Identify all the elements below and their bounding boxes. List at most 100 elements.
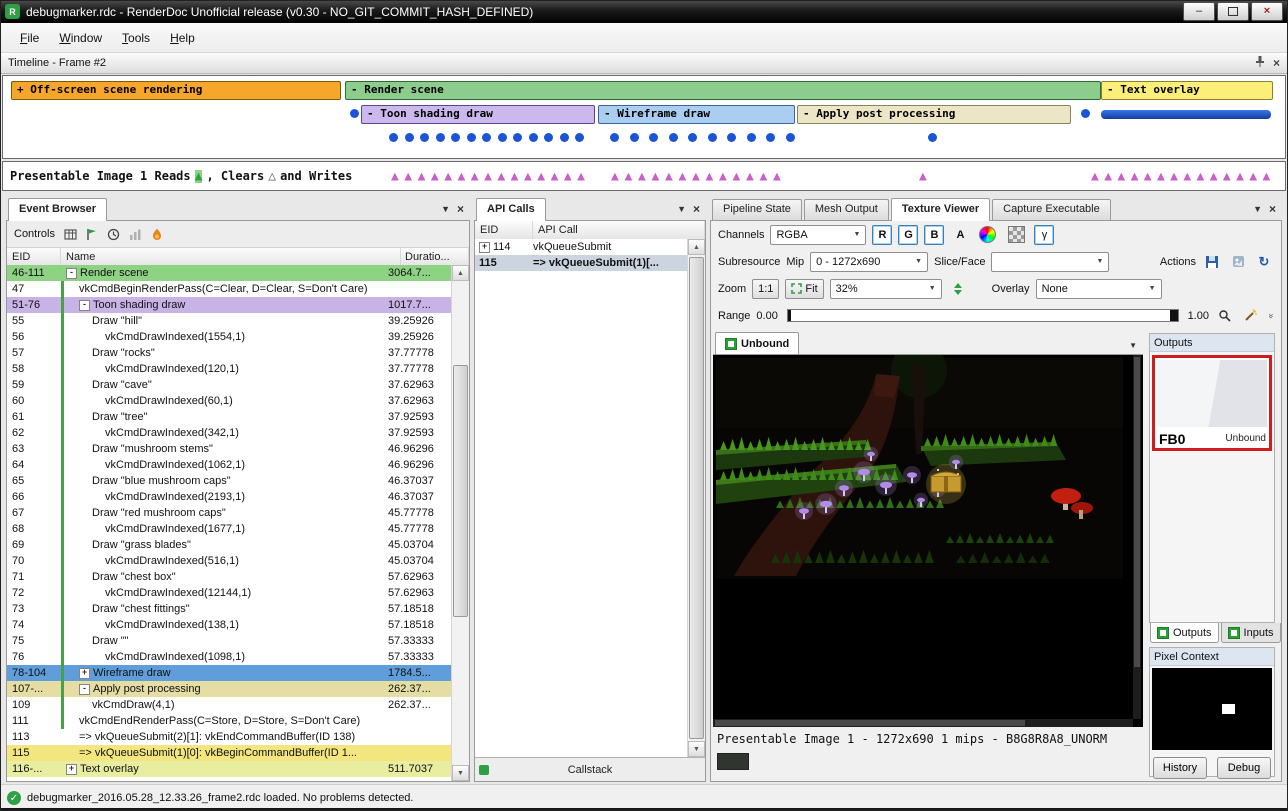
channel-green-button[interactable]: G	[898, 225, 918, 245]
toolbar-overflow-chevron[interactable]: »	[1266, 313, 1276, 318]
draw-event-dot[interactable]	[513, 133, 522, 142]
texture-viewport[interactable]	[713, 355, 1143, 727]
write-marker-triangle[interactable]: ▲	[564, 170, 577, 183]
timeline-track[interactable]: + Off-screen scene rendering- Render sce…	[2, 75, 1286, 159]
channel-alpha-button[interactable]: A	[950, 225, 970, 245]
autofit-button[interactable]	[1241, 306, 1261, 326]
timeline-marker-render-scene[interactable]: - Render scene	[345, 81, 1101, 100]
background-color-swatch[interactable]	[717, 753, 749, 770]
tab-unbound-texture[interactable]: Unbound	[715, 332, 799, 354]
draw-event-dot[interactable]	[420, 133, 429, 142]
chevron-down-icon[interactable]: ▼	[441, 205, 450, 214]
tab-mesh-output[interactable]: Mesh Output	[804, 199, 889, 220]
write-marker-triangle[interactable]: ▲	[692, 170, 706, 183]
clock-icon[interactable]	[107, 228, 120, 241]
event-row[interactable]: 109vkCmdDraw(4,1)262.37...	[7, 697, 452, 713]
write-marker-triangle[interactable]: ▲	[457, 170, 470, 183]
write-marker-triangle[interactable]: ▲	[511, 170, 524, 183]
expander-icon[interactable]: -	[79, 300, 90, 311]
zoom-range-button[interactable]	[1215, 306, 1235, 326]
write-marker-triangle[interactable]: ▲	[391, 170, 404, 183]
draw-event-dot[interactable]	[529, 133, 538, 142]
write-marker-triangle[interactable]: ▲	[1131, 170, 1144, 183]
expander-icon[interactable]: +	[79, 668, 90, 679]
write-marker-triangle[interactable]: ▲	[1170, 170, 1183, 183]
flame-icon[interactable]	[151, 228, 163, 241]
event-row[interactable]: 111vkCmdEndRenderPass(C=Store, D=Store, …	[7, 713, 452, 729]
write-marker-triangle[interactable]: ▲	[611, 170, 625, 183]
event-row[interactable]: 58vkCmdDrawIndexed(120,1)37.77778	[7, 361, 452, 377]
bookmark-flag-icon[interactable]	[86, 228, 98, 241]
write-marker-triangle[interactable]: ▲	[706, 170, 720, 183]
menu-item-file[interactable]: File	[10, 27, 49, 49]
timeline-marker-off-screen-scene-rendering[interactable]: + Off-screen scene rendering	[11, 81, 341, 100]
color-wheel-button[interactable]	[976, 225, 999, 245]
open-texture-button[interactable]	[1228, 252, 1248, 272]
menu-item-tools[interactable]: Tools	[112, 27, 160, 49]
write-marker-triangle[interactable]: ▲	[652, 170, 666, 183]
write-marker-triangle[interactable]: ▲	[1157, 170, 1170, 183]
expander-icon[interactable]: +	[66, 764, 77, 775]
maximize-button[interactable]	[1217, 2, 1249, 21]
write-marker-triangle[interactable]: ▲	[638, 170, 652, 183]
flip-y-button[interactable]	[948, 279, 968, 299]
channel-red-button[interactable]: R	[872, 225, 892, 245]
write-marker-triangle[interactable]: ▲	[1091, 170, 1104, 183]
event-row[interactable]: 55Draw "hill"39.25926	[7, 313, 452, 329]
event-row[interactable]: 59Draw "cave"37.62963	[7, 377, 452, 393]
event-row[interactable]: 69Draw "grass blades"45.03704	[7, 537, 452, 553]
write-marker-triangle[interactable]: ▲	[719, 170, 733, 183]
event-row[interactable]: 74vkCmdDrawIndexed(138,1)57.18518	[7, 617, 452, 633]
write-marker-triangle[interactable]: ▲	[1236, 170, 1249, 183]
event-row[interactable]: 107-...-Apply post processing262.37...	[7, 681, 452, 697]
write-marker-triangle[interactable]: ▲	[551, 170, 564, 183]
event-row[interactable]: 72vkCmdDrawIndexed(12144,1)57.62963	[7, 585, 452, 601]
event-row[interactable]: 115=> vkQueueSubmit(1)[0]: vkBeginComman…	[7, 745, 452, 761]
api-call-row[interactable]: 115=> vkQueueSubmit(1)[...	[475, 255, 688, 271]
write-marker-triangle[interactable]: ▲	[919, 170, 932, 183]
close-icon[interactable]: ×	[1269, 203, 1276, 215]
tab-texture-viewer[interactable]: Texture Viewer	[891, 198, 990, 221]
draw-event-dot[interactable]	[389, 133, 398, 142]
write-marker-triangle[interactable]: ▲	[733, 170, 747, 183]
range-slider[interactable]	[787, 309, 1179, 322]
write-marker-triangle[interactable]: ▲	[1197, 170, 1210, 183]
command-buffer-bar[interactable]	[1101, 110, 1271, 119]
tab-pipeline-state[interactable]: Pipeline State	[712, 199, 802, 220]
draw-event-dot[interactable]	[786, 133, 795, 142]
write-marker-triangle[interactable]: ▲	[625, 170, 639, 183]
write-marker-triangle[interactable]: ▲	[444, 170, 457, 183]
scrollbar-thumb[interactable]	[689, 257, 704, 739]
column-name[interactable]: Name	[61, 248, 401, 266]
scrollbar-thumb[interactable]	[453, 365, 468, 617]
write-marker-triangle[interactable]: ▲	[497, 170, 510, 183]
minimize-button[interactable]: –	[1183, 2, 1215, 21]
write-marker-triangle[interactable]: ▲	[484, 170, 497, 183]
timeline-panel-header[interactable]: Timeline - Frame #2 ×	[0, 53, 1288, 74]
event-row[interactable]: 116-...+Text overlay511.7037	[7, 761, 452, 777]
event-row[interactable]: 76vkCmdDrawIndexed(1098,1)57.33333	[7, 649, 452, 665]
scroll-up-icon[interactable]: ▲	[688, 239, 705, 255]
write-marker-triangle[interactable]: ▲	[1144, 170, 1157, 183]
event-browser-scrollbar[interactable]: ▲ ▼	[451, 265, 469, 781]
event-row[interactable]: 46-111-Render scene3064.7...	[7, 265, 452, 281]
write-marker-triangle[interactable]: ▲	[1249, 170, 1262, 183]
draw-event-dot[interactable]	[560, 133, 569, 142]
event-row[interactable]: 70vkCmdDrawIndexed(516,1)45.03704	[7, 553, 452, 569]
zoom-1to1-button[interactable]: 1:1	[752, 279, 779, 299]
draw-event-dot[interactable]	[482, 133, 491, 142]
write-marker-triangle[interactable]: ▲	[1104, 170, 1117, 183]
event-row[interactable]: 60vkCmdDrawIndexed(60,1)37.62963	[7, 393, 452, 409]
event-row[interactable]: 57Draw "rocks"37.77778	[7, 345, 452, 361]
draw-event-dot[interactable]	[727, 133, 736, 142]
timeline-marker-toon-shading-draw[interactable]: - Toon shading draw	[361, 105, 595, 124]
write-marker-triangle[interactable]: ▲	[524, 170, 537, 183]
draw-event-dot[interactable]	[451, 133, 460, 142]
goto-refresh-button[interactable]: ↻	[1254, 252, 1274, 272]
expander-icon[interactable]: -	[79, 684, 90, 695]
column-duration[interactable]: Duratio...	[401, 248, 469, 266]
write-marker-triangle[interactable]: ▲	[665, 170, 679, 183]
close-icon[interactable]: ×	[693, 203, 700, 215]
fit-button[interactable]: Fit	[785, 279, 823, 299]
write-marker-triangle[interactable]: ▲	[471, 170, 484, 183]
